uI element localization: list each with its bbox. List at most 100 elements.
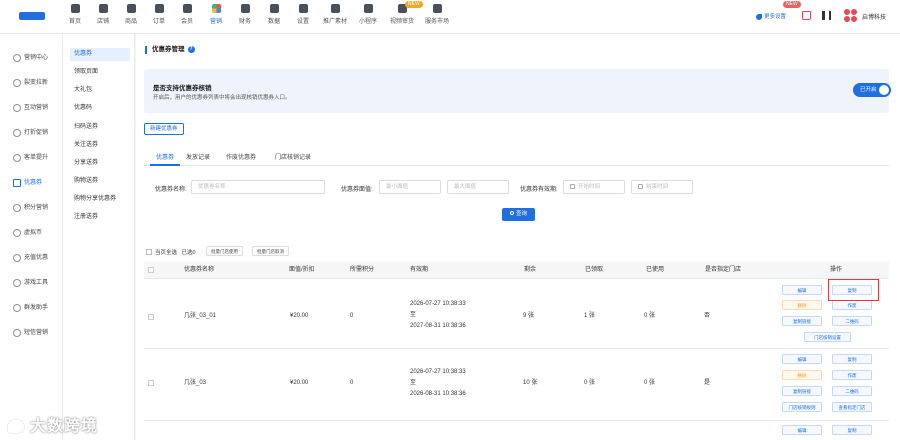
tab-coupons[interactable]: 优惠券 [150,150,181,166]
tab-store-verification[interactable]: 门店核销记录 [269,150,317,166]
brand-logo[interactable] [19,12,45,20]
qrcode-button[interactable]: 二维码 [832,386,872,396]
specified-store: 否 [704,313,711,319]
sidebar-item-recharge[interactable]: 充值优惠 [0,247,63,269]
qrcode-button[interactable]: 二维码 [832,316,872,326]
tab-issue-records[interactable]: 发放记录 [180,150,216,166]
subnav-purchase-coupon[interactable]: 购物送券 [70,175,130,188]
edit-button[interactable]: 编辑 [782,354,822,364]
delete-button[interactable]: 删除 [782,370,822,380]
min-amount-input[interactable]: 最小面值 [379,180,441,194]
max-amount-input[interactable]: 最大面值 [447,180,509,194]
marketing-icon [211,4,221,13]
table-header: 优惠券名称 面值/折扣 所需积分 有效期 剩余 已领取 已使用 是否指定门店 操… [144,262,889,279]
sidebar-item-order-boost[interactable]: 客单提升 [0,147,63,169]
order-boost-icon [13,154,21,162]
sidebar-item-discount[interactable]: 打折促销 [0,122,63,144]
sidebar-item-sms[interactable]: 短信营销 [0,322,63,344]
watermark-logo-icon [8,420,24,433]
coupon-points: 0 [350,313,354,319]
new-coupon-button[interactable]: 新建优惠券 [144,123,184,135]
sidebar-item-coupons[interactable]: 优惠券 [0,172,63,194]
sidebar-item-mass-message[interactable]: 群发助手 [0,297,63,319]
specified-store: 是 [704,380,711,386]
settings-icon [298,4,308,13]
nav-miniapp[interactable]: 小程序 [351,4,385,32]
subnav-follow-coupon[interactable]: 关注送券 [70,139,130,152]
subnav-claim-page[interactable]: 领取页面 [70,66,130,79]
verification-toggle[interactable]: 已开启 [853,83,891,97]
edit-button[interactable]: 编辑 [782,285,822,295]
notification-icon[interactable] [822,11,831,20]
select-all-label[interactable]: 当页全选 [155,250,177,256]
nav-market[interactable]: 服务市场 [420,4,454,32]
validity-start: 2026-07-27 10:38:33 [410,369,466,375]
more-services-badge: NEW [783,1,801,8]
more-services-link[interactable]: 更多设置 [756,12,786,20]
void-button[interactable]: 作废 [832,300,872,310]
view-stores-button[interactable]: 查看指定门店 [832,402,872,412]
discount-icon [13,129,21,137]
subnav-purchase-share-coupon[interactable]: 购物分享优惠券 [70,193,130,206]
tab-voided-coupons[interactable]: 作废优惠券 [220,150,262,166]
subnav-coupons[interactable]: 优惠券 [70,48,130,61]
secondary-sidebar: 优惠券 领取页面 大礼包 优惠码 扫码送券 关注送券 分享送券 购物送券 购物分… [63,34,135,440]
sidebar-item-fission[interactable]: 裂变拉新 [0,72,63,94]
subnav-register-coupon[interactable]: 注册送券 [70,211,130,224]
batch-store-use-button[interactable]: 批量门店使用 [206,246,243,256]
shop-name[interactable]: 启博科技 [862,12,886,21]
coupon-value: ¥20.00 [290,380,309,386]
validity-end: 2027-08-31 10:38:36 [410,323,466,329]
void-button[interactable]: 作废 [832,370,872,380]
sidebar-item-virtual-coin[interactable]: 虚拟币 [0,222,63,244]
subnav-scan-coupon[interactable]: 扫码送券 [70,121,130,134]
end-date-input[interactable]: 结束时间 [631,180,693,194]
coupon-name-label: 优惠券名称: [155,187,187,193]
tab-bar: 优惠券 发放记录 作废优惠券 门店核销记录 [144,150,889,166]
header-checkbox[interactable] [148,267,154,273]
nav-settings[interactable]: 设置 [286,4,320,32]
sidebar-item-points[interactable]: 积分营销 [0,197,63,219]
row-checkbox[interactable] [148,314,154,320]
store-verification-rules-button[interactable]: 门店核销规则 [782,402,822,412]
validity-separator: 至 [410,312,417,318]
help-icon[interactable]: ? [187,46,195,53]
subnav-share-coupon[interactable]: 分享送券 [70,157,130,170]
copy-link-button[interactable]: 复制链接 [782,316,822,326]
nav-video[interactable]: 视频审货 [385,4,419,32]
row-divider [144,420,889,421]
sidebar-item-games[interactable]: 游戏工具 [0,272,63,294]
store-verification-settings-button[interactable]: 门店核销设置 [804,332,851,342]
copy-button[interactable]: 复制 [832,354,872,364]
shop-avatar[interactable] [844,9,858,23]
subnav-coupon-code[interactable]: 优惠码 [70,102,130,115]
delete-button[interactable]: 删除 [782,300,822,310]
sidebar-item-marketing-center[interactable]: 营销中心 [0,47,63,69]
col-value: 面值/折扣 [289,267,315,273]
copy-button[interactable]: 复制 [832,425,872,435]
validity-start: 2026-07-27 10:38:33 [410,301,466,307]
used-count: 0 张 [644,313,656,319]
remaining-count: 10 张 [523,380,538,386]
virtual-coin-icon [13,229,21,237]
batch-store-cancel-button[interactable]: 批量门店取消 [252,246,289,256]
search-button[interactable]: 查询 [502,208,535,221]
goods-icon [126,4,136,13]
fission-icon [13,79,21,87]
subnav-gift-pack[interactable]: 大礼包 [70,84,130,97]
coupon-name-input[interactable]: 优惠券名称 [191,180,325,194]
main-content: 优惠券管理? 是否支持优惠券核销 开启后，用户的优惠券列表中将会出现核销优惠券入… [136,34,900,440]
highlight-box [828,279,879,301]
row-checkbox[interactable] [148,380,154,386]
nav-promo[interactable]: 推广素材 [318,4,352,32]
select-all-checkbox[interactable] [146,249,152,255]
trash-icon[interactable] [802,11,811,20]
copy-link-button[interactable]: 复制链接 [782,386,822,396]
start-date-input[interactable]: 开始时间 [563,180,625,194]
interactive-icon [13,104,21,112]
sidebar-item-interactive[interactable]: 互动营销 [0,97,63,119]
edit-button[interactable]: 编辑 [782,425,822,435]
promo-icon [330,4,340,13]
finance-icon [240,4,250,13]
coupon-name: 几张_03 [184,380,207,386]
